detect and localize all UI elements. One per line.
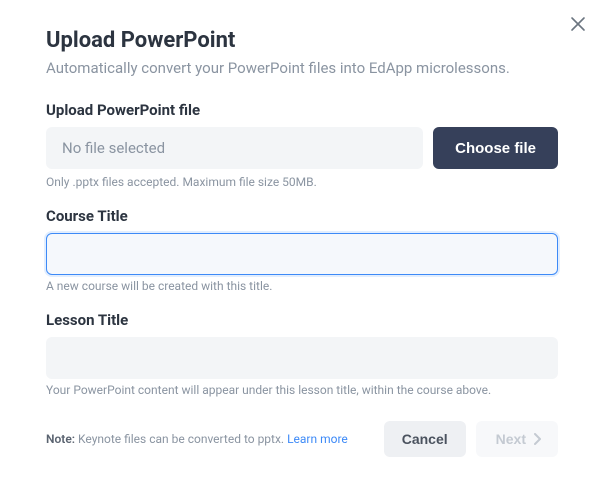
lesson-title-field: Lesson Title Your PowerPoint content wil…	[46, 311, 558, 397]
file-upload-field: Upload PowerPoint file No file selected …	[46, 101, 558, 189]
modal-subtitle: Automatically convert your PowerPoint fi…	[46, 59, 558, 77]
footer-note: Note: Keynote files can be converted to …	[46, 432, 372, 446]
note-text: Keynote files can be converted to pptx.	[75, 432, 287, 446]
next-button-label: Next	[496, 431, 526, 447]
lesson-title-hint: Your PowerPoint content will appear unde…	[46, 383, 558, 397]
modal-footer: Note: Keynote files can be converted to …	[46, 421, 558, 457]
modal-title: Upload PowerPoint	[46, 28, 558, 53]
cancel-button[interactable]: Cancel	[384, 421, 466, 457]
choose-file-button[interactable]: Choose file	[433, 127, 558, 169]
note-strong: Note:	[46, 432, 75, 446]
file-upload-label: Upload PowerPoint file	[46, 101, 558, 119]
learn-more-link[interactable]: Learn more	[287, 432, 348, 446]
course-title-hint: A new course will be created with this t…	[46, 279, 558, 293]
next-button[interactable]: Next	[476, 421, 558, 457]
close-icon[interactable]	[568, 14, 588, 34]
file-selected-display: No file selected	[46, 127, 423, 169]
chevron-right-icon	[534, 433, 542, 445]
lesson-title-label: Lesson Title	[46, 311, 558, 329]
course-title-field: Course Title A new course will be create…	[46, 207, 558, 293]
lesson-title-input[interactable]	[46, 337, 558, 379]
footer-actions: Cancel Next	[384, 421, 558, 457]
file-upload-hint: Only .pptx files accepted. Maximum file …	[46, 175, 558, 189]
course-title-input[interactable]	[46, 233, 558, 275]
upload-powerpoint-modal: Upload PowerPoint Automatically convert …	[0, 0, 604, 477]
course-title-label: Course Title	[46, 207, 558, 225]
